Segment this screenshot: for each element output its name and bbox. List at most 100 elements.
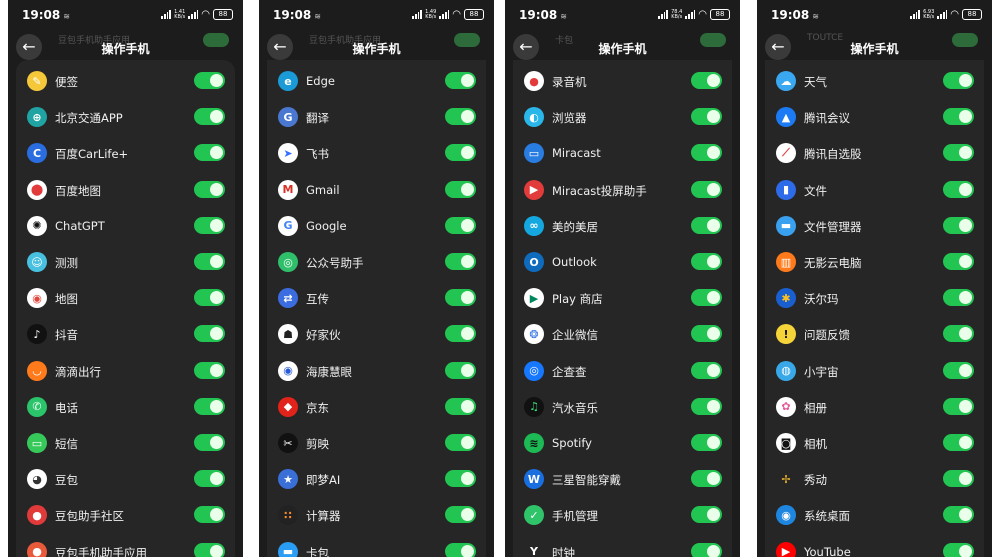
app-row: G 翻译	[267, 99, 486, 135]
permission-toggle[interactable]	[194, 470, 225, 488]
app-row: ✿ 相册	[765, 389, 984, 425]
app-row: ✺ ChatGPT	[16, 208, 235, 244]
app-label: 文件管理器	[804, 219, 862, 234]
permission-toggle[interactable]	[691, 108, 722, 126]
permission-toggle[interactable]	[194, 434, 225, 451]
permission-toggle[interactable]	[194, 108, 225, 126]
status-time: 19:08 ≋	[771, 8, 819, 22]
permission-toggle[interactable]	[943, 470, 974, 488]
app-row: ∷ 计算器	[267, 497, 486, 533]
permission-toggle[interactable]	[445, 361, 476, 379]
permission-toggle[interactable]	[194, 325, 225, 343]
page-title: 操作手机	[352, 42, 401, 56]
permission-toggle[interactable]	[194, 144, 225, 162]
app-label: Google	[306, 218, 347, 233]
permission-toggle[interactable]	[691, 506, 722, 524]
permission-toggle[interactable]	[691, 180, 722, 198]
app-label: 便签	[55, 75, 78, 89]
permission-toggle[interactable]	[445, 542, 476, 557]
permission-toggle[interactable]	[691, 72, 722, 89]
doubao-community-icon: ●	[27, 505, 47, 526]
permission-toggle[interactable]	[943, 397, 974, 415]
permission-toggle[interactable]	[943, 325, 974, 343]
permission-toggle[interactable]	[691, 542, 722, 557]
permission-toggle[interactable]	[194, 506, 225, 524]
permission-toggle[interactable]	[943, 108, 974, 126]
permission-toggle[interactable]	[194, 361, 225, 379]
permission-toggle[interactable]	[445, 180, 476, 198]
app-row: ▭ Miracast	[513, 135, 732, 171]
app-list: ☁ 天气 ▲ 腾讯会议 ⟋ 腾讯自选股 ▮ 文件 ▬ 文件管理器 ▥ 无影云电脑 ✱ 沃尔玛! 问题反馈 ◍ 小…	[765, 60, 984, 557]
app-row: ✱ 沃尔玛	[765, 280, 984, 316]
permission-toggle[interactable]	[943, 289, 974, 307]
app-label: 翻译	[306, 111, 329, 126]
permission-toggle[interactable]	[691, 397, 722, 415]
app-row: M Gmail	[267, 172, 486, 208]
battery-icon: 88	[962, 9, 982, 20]
permission-toggle[interactable]	[691, 325, 722, 343]
app-label: 腾讯会议	[804, 111, 850, 126]
permission-toggle[interactable]	[445, 289, 476, 307]
app-label: YouTube	[804, 544, 851, 557]
permission-toggle[interactable]	[691, 434, 722, 451]
message-icon: ▭	[27, 433, 47, 453]
signal-icon-2	[685, 10, 696, 19]
carlife-icon: C	[27, 143, 47, 164]
permission-toggle[interactable]	[691, 144, 722, 162]
wallet-icon: ▬	[278, 541, 298, 557]
permission-toggle[interactable]	[943, 72, 974, 89]
douyin-icon: ♪	[27, 324, 47, 345]
permission-toggle[interactable]	[445, 216, 476, 234]
permission-toggle[interactable]	[194, 289, 225, 307]
phone-manager-icon: ✓	[524, 505, 544, 526]
permission-toggle[interactable]	[445, 72, 476, 89]
permission-toggle[interactable]	[943, 361, 974, 379]
permission-toggle[interactable]	[445, 506, 476, 524]
app-row: ▶ Play 商店	[513, 280, 732, 316]
permission-toggle[interactable]	[943, 253, 974, 270]
qichacha-icon: ◎	[524, 360, 544, 381]
files-icon: ▮	[776, 179, 796, 200]
permission-toggle[interactable]	[943, 180, 974, 198]
permission-toggle[interactable]	[691, 253, 722, 270]
permission-toggle[interactable]	[194, 72, 225, 89]
tencent-meeting-icon: ▲	[776, 107, 796, 128]
app-row: ∞ 美的美居	[513, 208, 732, 244]
permission-toggle[interactable]	[691, 216, 722, 234]
permission-toggle[interactable]	[194, 253, 225, 270]
map-icon: ◉	[27, 288, 47, 309]
permission-toggle[interactable]	[194, 397, 225, 415]
permission-toggle[interactable]	[943, 434, 974, 451]
app-row: ▬ 文件管理器	[765, 208, 984, 244]
file-manager-icon: ▬	[776, 215, 796, 236]
app-label: 企业微信	[552, 328, 598, 343]
permission-toggle[interactable]	[445, 108, 476, 126]
app-label: 京东	[306, 400, 329, 415]
permission-toggle[interactable]	[943, 506, 974, 524]
app-row: ✂ 剪映	[267, 425, 486, 461]
permission-toggle[interactable]	[943, 216, 974, 234]
app-label: 汽水音乐	[552, 400, 598, 415]
permission-toggle[interactable]	[445, 470, 476, 488]
app-row: C 百度CarLife+	[16, 135, 235, 171]
permission-toggle[interactable]	[691, 289, 722, 307]
app-row: ● 豆包助手社区	[16, 497, 235, 533]
permission-toggle[interactable]	[194, 216, 225, 234]
permission-toggle[interactable]	[445, 253, 476, 270]
permission-toggle[interactable]	[445, 434, 476, 451]
status-bar: 19:08 ≋ 1.49 KB/s ◠ 88	[259, 0, 494, 30]
permission-toggle[interactable]	[691, 470, 722, 488]
permission-toggle[interactable]	[445, 397, 476, 415]
permission-toggle[interactable]	[194, 180, 225, 198]
permission-toggle[interactable]	[943, 542, 974, 557]
permission-toggle[interactable]	[194, 542, 225, 557]
app-label: 相册	[804, 400, 827, 415]
permission-toggle[interactable]	[445, 144, 476, 162]
permission-toggle[interactable]	[691, 361, 722, 379]
app-row: ◉ 地图	[16, 280, 235, 316]
network-speed-unit: KB/s	[671, 13, 683, 20]
app-label: Miracast投屏助手	[552, 183, 647, 198]
app-row: ✓ 手机管理	[513, 497, 732, 533]
permission-toggle[interactable]	[445, 325, 476, 343]
permission-toggle[interactable]	[943, 144, 974, 162]
